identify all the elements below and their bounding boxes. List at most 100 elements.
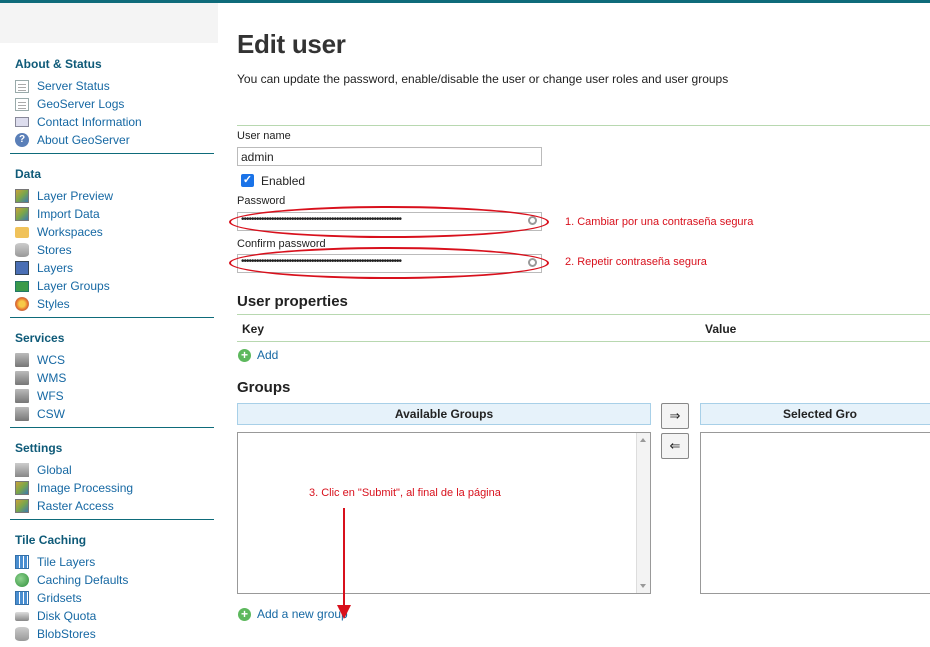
sidebar-item-image-processing[interactable]: Image Processing xyxy=(10,479,214,497)
sidebar-item-layers[interactable]: Layers xyxy=(10,259,214,277)
add-group-link[interactable]: + Add a new group xyxy=(238,607,348,621)
page-description: You can update the password, enable/disa… xyxy=(237,72,729,86)
sidebar-item-wfs[interactable]: WFS xyxy=(10,387,214,405)
sidebar-section-title: Data xyxy=(15,167,42,181)
sidebar-item-label: WFS xyxy=(37,389,64,403)
sidebar-item-csw[interactable]: CSW xyxy=(10,405,214,423)
sidebar-item-server-status[interactable]: Server Status xyxy=(10,77,214,95)
sidebar-item-layer-groups[interactable]: Layer Groups xyxy=(10,277,214,295)
username-label: User name xyxy=(237,130,291,142)
sidebar-item-tile-layers[interactable]: Tile Layers xyxy=(10,553,214,571)
sidebar: About & Status Server Status GeoServer L… xyxy=(10,44,214,647)
sidebar-item-gridsets[interactable]: Gridsets xyxy=(10,589,214,607)
sidebar-item-raster-access[interactable]: Raster Access xyxy=(10,497,214,515)
sidebar-section-tile-caching: Tile Caching Tile Layers Caching Default… xyxy=(10,519,214,647)
username-field[interactable]: admin xyxy=(237,147,542,166)
sidebar-item-label: Layers xyxy=(37,261,74,275)
scrollbar[interactable] xyxy=(636,433,650,593)
available-groups-header: Available Groups xyxy=(237,403,651,425)
sidebar-item-label: Workspaces xyxy=(37,225,103,239)
sidebar-section-about: About & Status Server Status GeoServer L… xyxy=(10,44,214,153)
password-label: Password xyxy=(237,195,286,207)
layer-group-icon xyxy=(15,280,29,292)
sidebar-header-area xyxy=(0,3,218,43)
sidebar-item-label: Global xyxy=(37,463,72,477)
contact-card-icon xyxy=(15,117,29,127)
document-icon xyxy=(15,97,29,111)
password-value: ••••••••••••••••••••••••••••••••••••••••… xyxy=(241,214,402,225)
selected-groups-list[interactable] xyxy=(700,432,930,594)
annotation-note-2: 2. Repetir contraseña segura xyxy=(565,256,707,268)
sidebar-section-services: Services WCS WMS WFS CSW xyxy=(10,317,214,427)
sidebar-item-about-geoserver[interactable]: ? About GeoServer xyxy=(10,131,214,149)
sidebar-item-global[interactable]: Global xyxy=(10,461,214,479)
grid-icon xyxy=(15,555,29,569)
sidebar-item-wcs[interactable]: WCS xyxy=(10,351,214,369)
scroll-up-icon[interactable] xyxy=(640,438,646,442)
sidebar-item-disk-quota[interactable]: Disk Quota xyxy=(10,607,214,625)
annotation-arrow xyxy=(343,508,345,615)
sidebar-section-title: About & Status xyxy=(15,57,102,71)
annotation-note-3: 3. Clic en "Submit", al final de la pági… xyxy=(309,487,501,499)
enabled-checkbox[interactable]: ✓ xyxy=(241,174,254,187)
add-icon: + xyxy=(238,348,251,362)
add-label: Add xyxy=(257,348,279,362)
sidebar-item-label: Layer Preview xyxy=(37,189,114,203)
sidebar-section-title: Services xyxy=(15,331,65,345)
sidebar-section-data: Data Layer Preview Import Data Workspace… xyxy=(10,153,214,317)
warning-doc-icon xyxy=(15,79,29,93)
map-icon xyxy=(15,189,29,203)
sidebar-item-label: WCS xyxy=(37,353,65,367)
page-title: Edit user xyxy=(237,29,346,59)
password-field[interactable]: ••••••••••••••••••••••••••••••••••••••••… xyxy=(237,212,542,231)
sidebar-item-label: Image Processing xyxy=(37,481,134,495)
move-right-button[interactable]: ⇒ xyxy=(661,403,689,429)
map-icon xyxy=(15,481,29,495)
sidebar-item-label: GeoServer Logs xyxy=(37,97,125,111)
sidebar-item-import-data[interactable]: Import Data xyxy=(10,205,214,223)
palette-icon xyxy=(15,297,29,311)
available-groups-list[interactable] xyxy=(237,432,651,594)
annotation-arrow-head xyxy=(337,605,351,619)
info-icon: ? xyxy=(15,133,29,147)
add-property-link[interactable]: + Add xyxy=(238,348,278,362)
add-group-label: Add a new group xyxy=(257,607,348,621)
confirm-password-field[interactable]: ••••••••••••••••••••••••••••••••••••••••… xyxy=(237,254,542,273)
sidebar-item-label: Raster Access xyxy=(37,499,114,513)
sidebar-item-contact-information[interactable]: Contact Information xyxy=(10,113,214,131)
scroll-down-icon[interactable] xyxy=(640,584,646,588)
server-icon xyxy=(15,389,29,403)
sidebar-item-label: CSW xyxy=(37,407,65,421)
sidebar-item-layer-preview[interactable]: Layer Preview xyxy=(10,187,214,205)
sidebar-item-workspaces[interactable]: Workspaces xyxy=(10,223,214,241)
sidebar-item-label: BlobStores xyxy=(37,627,96,641)
database-icon xyxy=(15,243,29,257)
sidebar-item-blobstores[interactable]: BlobStores xyxy=(10,625,214,643)
sidebar-item-wms[interactable]: WMS xyxy=(10,369,214,387)
globe-icon xyxy=(15,573,29,587)
sidebar-item-stores[interactable]: Stores xyxy=(10,241,214,259)
move-left-button[interactable]: ⇐ xyxy=(661,433,689,459)
grid-icon xyxy=(15,591,29,605)
layers-icon xyxy=(15,261,29,275)
sidebar-item-caching-defaults[interactable]: Caching Defaults xyxy=(10,571,214,589)
server-icon xyxy=(15,407,29,421)
password-reveal-icon[interactable] xyxy=(528,258,537,267)
divider xyxy=(237,314,930,315)
sidebar-item-label: Styles xyxy=(37,297,70,311)
sidebar-item-geoserver-logs[interactable]: GeoServer Logs xyxy=(10,95,214,113)
enabled-label: Enabled xyxy=(261,174,306,188)
divider xyxy=(237,125,930,126)
groups-title: Groups xyxy=(237,379,291,396)
password-reveal-icon[interactable] xyxy=(528,216,537,225)
sidebar-item-styles[interactable]: Styles xyxy=(10,295,214,313)
folder-icon xyxy=(15,226,29,238)
add-icon: + xyxy=(238,607,251,621)
server-icon xyxy=(15,463,29,477)
sidebar-section-settings: Settings Global Image Processing Raster … xyxy=(10,427,214,519)
sidebar-item-label: Disk Quota xyxy=(37,609,97,623)
map-icon xyxy=(15,499,29,513)
divider xyxy=(237,341,930,342)
sidebar-item-label: Contact Information xyxy=(37,115,142,129)
sidebar-section-title: Settings xyxy=(15,441,63,455)
